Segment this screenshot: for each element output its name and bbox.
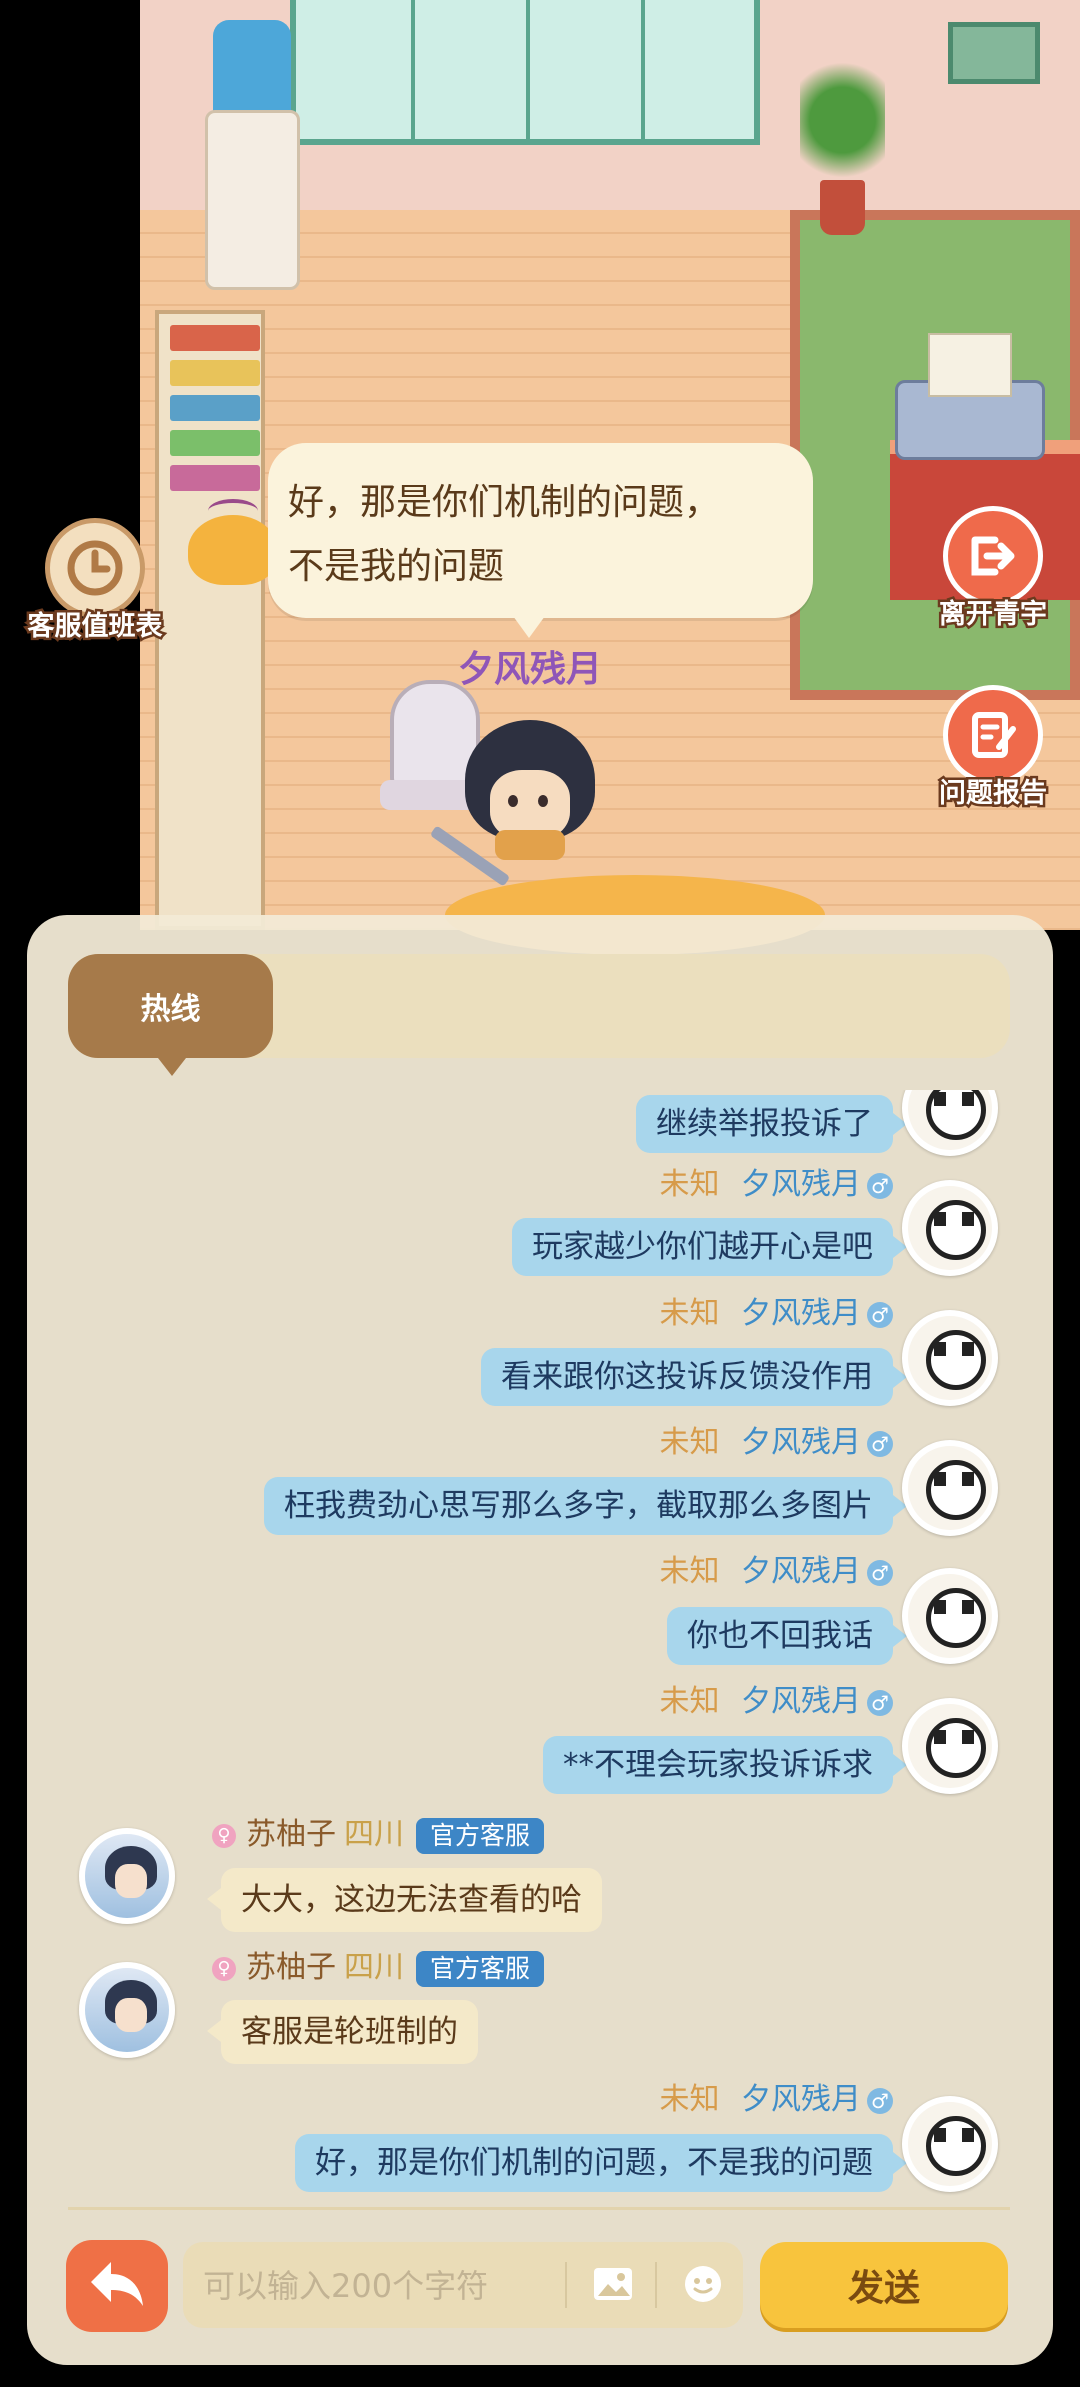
speech-bubble: 好，那是你们机制的问题， 不是我的问题 xyxy=(268,443,813,638)
message-bubble: 好，那是你们机制的问题，不是我的问题 xyxy=(295,2134,907,2192)
message-bubble: 大大，这边无法查看的哈 xyxy=(207,1868,602,1932)
sender-name[interactable]: 夕风残月 xyxy=(741,1167,861,1202)
sender-name[interactable]: 夕风残月 xyxy=(741,1684,861,1719)
sender-name[interactable]: 夕风残月 xyxy=(741,1554,861,1589)
back-button[interactable] xyxy=(66,2240,168,2332)
official-badge: 官方客服 xyxy=(416,1950,545,1987)
window xyxy=(290,0,760,145)
wall-picture xyxy=(948,22,1040,84)
image-icon xyxy=(592,2266,634,2306)
book xyxy=(170,430,260,456)
player-character[interactable] xyxy=(429,720,615,920)
sender-line: ♀ 苏柚子 四川 官方客服 xyxy=(212,1948,545,1988)
message-bubble: 你也不回我话 xyxy=(667,1607,907,1665)
avatar[interactable] xyxy=(79,1962,175,2058)
avatar[interactable] xyxy=(902,1568,998,1664)
sender-line: 未知 夕风残月 ♂ xyxy=(659,1294,893,1334)
avatar[interactable] xyxy=(902,2096,998,2192)
sender-line: 未知 夕风残月 ♂ xyxy=(659,1423,893,1463)
input-divider xyxy=(68,2207,1010,2210)
back-arrow-icon xyxy=(85,2254,149,2318)
input-separator xyxy=(565,2262,567,2308)
edit-note-icon xyxy=(943,685,1043,785)
speech-line-1: 好，那是你们机制的问题， xyxy=(288,482,721,523)
sender-name[interactable]: 夕风残月 xyxy=(741,1296,861,1331)
female-icon: ♀ xyxy=(212,1956,236,1981)
sender-line: 未知 夕风残月 ♂ xyxy=(659,1165,893,1205)
input-separator xyxy=(655,2262,657,2308)
sender-name[interactable]: 夕风残月 xyxy=(741,1425,861,1460)
npc-character[interactable] xyxy=(188,499,278,585)
message-bubble: 客服是轮班制的 xyxy=(207,2000,478,2064)
chat-input[interactable] xyxy=(201,2242,575,2330)
sender-line: 未知 夕风残月 ♂ xyxy=(659,1682,893,1722)
male-icon: ♂ xyxy=(867,1559,893,1586)
sender-location: 未知 xyxy=(659,2082,720,2117)
image-button[interactable] xyxy=(583,2256,643,2316)
book xyxy=(170,360,260,386)
message-bubble: 玩家越少你们越开心是吧 xyxy=(512,1218,907,1276)
chat-messages[interactable]: 继续举报投诉了 未知 夕风残月 ♂ 玩家越少你们越开心是吧 未知 夕风残月 ♂ 看来… xyxy=(27,1090,1053,2200)
water-cooler xyxy=(205,10,300,290)
send-button[interactable]: 发送 xyxy=(760,2242,1008,2328)
avatar[interactable] xyxy=(902,1310,998,1406)
sender-line: 未知 夕风残月 ♂ xyxy=(659,2080,893,2120)
offscreen-area xyxy=(0,0,140,920)
problem-report-label: 问题报告 xyxy=(937,776,1050,812)
avatar[interactable] xyxy=(902,1180,998,1276)
sender-line: ♀ 苏柚子 四川 官方客服 xyxy=(212,1815,545,1855)
book xyxy=(170,465,260,491)
sender-line: 未知 夕风残月 ♂ xyxy=(659,1552,893,1592)
clock-icon xyxy=(45,518,145,618)
avatar[interactable] xyxy=(79,1828,175,1924)
sender-location: 未知 xyxy=(659,1296,720,1331)
avatar[interactable] xyxy=(902,1090,998,1156)
leave-button[interactable]: 离开青宇 xyxy=(918,506,1068,633)
problem-report-button[interactable]: 问题报告 xyxy=(918,685,1068,812)
sender-name[interactable]: 苏柚子 xyxy=(246,1817,336,1852)
male-icon: ♂ xyxy=(867,1689,893,1716)
book xyxy=(170,395,260,421)
speech-line-2: 不是我的问题 xyxy=(288,546,505,587)
message-bubble: 枉我费劲心思写那么多字，截取那么多图片 xyxy=(264,1477,907,1535)
sender-location: 未知 xyxy=(659,1425,720,1460)
female-icon: ♀ xyxy=(212,1823,236,1848)
emoji-icon xyxy=(683,2264,723,2308)
player-name-label: 夕风残月 xyxy=(457,649,602,690)
male-icon: ♂ xyxy=(867,1172,893,1199)
sender-location: 四川 xyxy=(344,1817,404,1852)
chat-input-box xyxy=(183,2242,743,2330)
male-icon: ♂ xyxy=(867,1430,893,1457)
sender-location: 未知 xyxy=(659,1167,720,1202)
official-badge: 官方客服 xyxy=(416,1817,545,1854)
sender-location: 四川 xyxy=(344,1950,404,1985)
printer xyxy=(895,333,1045,460)
book xyxy=(170,325,260,351)
sender-name[interactable]: 夕风残月 xyxy=(741,2082,861,2117)
duty-schedule-button[interactable]: 客服值班表 xyxy=(20,518,170,645)
potted-plant xyxy=(790,40,890,240)
emoji-button[interactable] xyxy=(673,2256,733,2316)
avatar[interactable] xyxy=(902,1698,998,1794)
leave-label: 离开青宇 xyxy=(937,597,1050,633)
tab-hotline[interactable]: 热线 xyxy=(68,954,273,1076)
sender-name[interactable]: 苏柚子 xyxy=(246,1950,336,1985)
message-bubble: **不理会玩家投诉诉求 xyxy=(543,1736,907,1794)
sender-location: 未知 xyxy=(659,1554,720,1589)
avatar[interactable] xyxy=(902,1440,998,1536)
male-icon: ♂ xyxy=(867,1301,893,1328)
message-bubble: 继续举报投诉了 xyxy=(636,1095,907,1153)
male-icon: ♂ xyxy=(867,2087,893,2114)
duty-schedule-label: 客服值班表 xyxy=(25,609,165,645)
exit-icon xyxy=(943,506,1043,606)
message-bubble: 看来跟你这投诉反馈没作用 xyxy=(481,1348,907,1406)
sender-location: 未知 xyxy=(659,1684,720,1719)
